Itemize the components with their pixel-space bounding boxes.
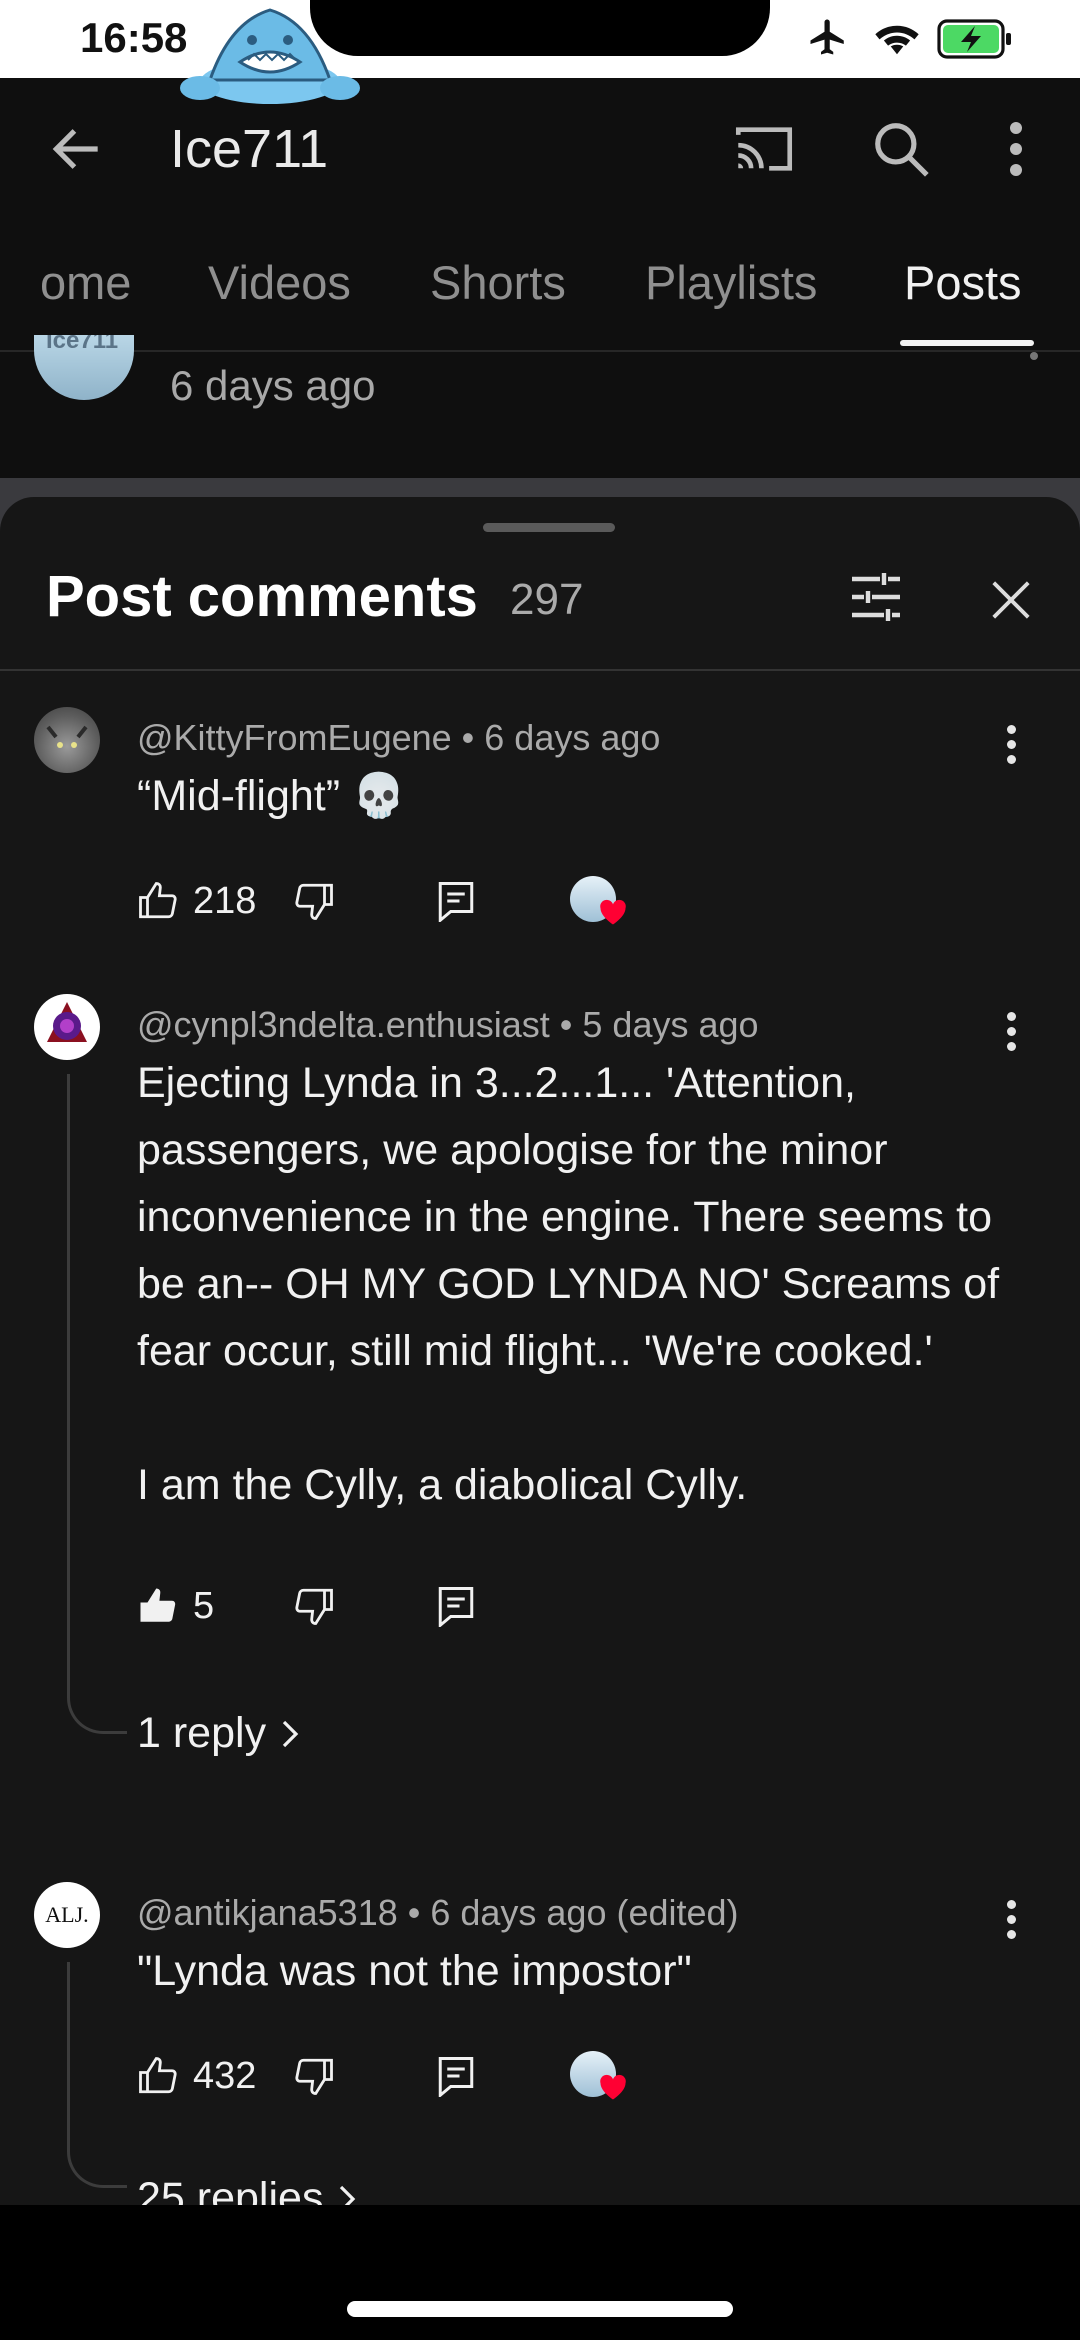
chevron-right-icon — [282, 1720, 299, 1747]
reply-comment-icon — [438, 1587, 474, 1627]
battery-charging-icon — [937, 19, 1013, 59]
comment-text: "Lynda was not the impostor" — [137, 1947, 692, 1995]
thread-line — [67, 1074, 70, 1698]
more-vert-icon[interactable] — [1003, 1012, 1019, 1057]
chevron-right-icon — [340, 2185, 356, 2205]
thumbs-down-icon — [295, 2058, 333, 2095]
system-nav-bar — [0, 2205, 1080, 2340]
tabs-divider — [0, 350, 1080, 352]
comments-sheet: Post comments 297 @KittyFromEugene • 6 d… — [0, 497, 1080, 2205]
more-vert-icon[interactable] — [1010, 122, 1022, 176]
tab-posts[interactable]: Posts — [904, 255, 1022, 310]
thumbs-up-icon — [139, 2057, 177, 2094]
thumbs-up-icon — [139, 882, 177, 919]
shark-mascot-icon — [170, 2, 370, 107]
reply-comment-icon — [438, 882, 474, 922]
heart-icon — [600, 899, 626, 925]
creator-heart-badge — [570, 2045, 626, 2101]
more-vert-icon[interactable] — [1003, 1900, 1019, 1945]
dislike-button[interactable] — [293, 880, 335, 922]
tab-playlists[interactable]: Playlists — [645, 255, 817, 310]
like-button[interactable]: 5 — [137, 1576, 214, 1636]
like-button[interactable]: 218 — [137, 871, 256, 931]
like-count: 5 — [193, 1584, 215, 1627]
sheet-divider — [0, 669, 1080, 671]
airplane-mode-icon — [805, 16, 851, 58]
comment-text: Ejecting Lynda in 3...2...1... 'Attentio… — [137, 1059, 1000, 1509]
close-icon[interactable] — [988, 577, 1034, 623]
avatar[interactable] — [34, 707, 100, 773]
drag-handle[interactable] — [483, 523, 615, 532]
sheet-title: Post comments — [46, 564, 478, 629]
view-replies-link[interactable]: 25 replies — [137, 2174, 357, 2205]
comment-text: “Mid-flight” 💀 — [137, 772, 406, 820]
active-tab-indicator — [900, 340, 1034, 346]
camera-notch — [310, 0, 770, 56]
home-indicator[interactable] — [347, 2301, 733, 2317]
like-count: 218 — [193, 879, 257, 922]
replies-label: 25 replies — [137, 2174, 324, 2205]
reply-button[interactable] — [436, 2055, 476, 2097]
search-icon[interactable] — [870, 118, 932, 180]
reply-button[interactable] — [436, 880, 476, 922]
dislike-button[interactable] — [293, 1585, 335, 1627]
status-bar: 16:58 — [0, 0, 1080, 78]
thread-line — [67, 1962, 70, 2152]
reply-button[interactable] — [436, 1585, 476, 1627]
thread-curve — [67, 2152, 127, 2188]
dislike-button[interactable] — [293, 2055, 335, 2097]
comment-count: 297 — [510, 575, 584, 624]
thumbs-down-icon — [295, 1588, 333, 1625]
tab-home[interactable]: ome — [40, 255, 131, 310]
like-count: 432 — [193, 2054, 257, 2097]
tab-shorts[interactable]: Shorts — [430, 255, 566, 310]
like-button[interactable]: 432 — [137, 2046, 256, 2106]
avatar[interactable]: ALJ. — [34, 1882, 100, 1948]
filter-sliders-icon[interactable] — [848, 571, 904, 623]
replies-label: 1 reply — [137, 1709, 267, 1757]
avatar[interactable] — [34, 994, 100, 1060]
channel-title: Ice711 — [170, 119, 329, 179]
comment-meta: @KittyFromEugene • 6 days ago — [137, 717, 661, 758]
wifi-icon — [874, 20, 920, 58]
creator-heart-badge — [570, 870, 626, 926]
thumbs-down-icon — [295, 883, 333, 920]
thumbs-up-filled-icon — [140, 1588, 176, 1622]
back-arrow-icon[interactable] — [46, 118, 108, 180]
cast-icon[interactable] — [733, 122, 795, 176]
comment-meta: @antikjana5318 • 6 days ago (edited) — [137, 1892, 739, 1933]
tab-videos[interactable]: Videos — [208, 255, 351, 310]
thread-curve — [67, 1698, 127, 1734]
avatar-initials: ALJ. — [45, 1902, 89, 1927]
more-vert-icon[interactable] — [1003, 725, 1019, 770]
post-time: 6 days ago — [170, 362, 376, 409]
heart-icon — [600, 2074, 626, 2100]
comment-meta: @cynpl3ndelta.enthusiast • 5 days ago — [137, 1004, 759, 1045]
reply-comment-icon — [438, 2057, 474, 2097]
view-replies-link[interactable]: 1 reply — [137, 1709, 300, 1758]
post-more-icon[interactable] — [1030, 352, 1038, 360]
